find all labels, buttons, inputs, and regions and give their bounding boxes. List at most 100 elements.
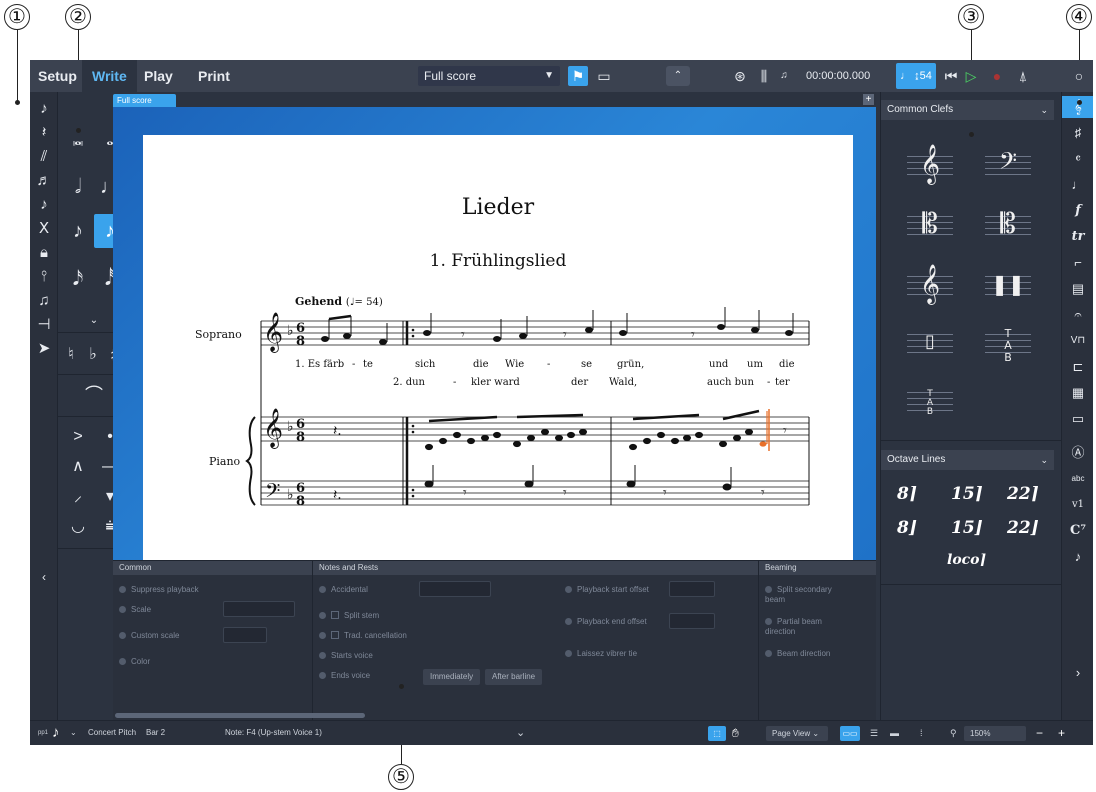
layout-select[interactable]: Full score ▼ <box>418 66 560 86</box>
piano-icon[interactable]: ♫ <box>776 66 792 86</box>
prop-beam-direction[interactable]: Beam direction <box>765 649 849 659</box>
grace-note-icon[interactable]: ♪ <box>30 194 58 216</box>
octave-22ma-icon[interactable]: 22⌉ <box>1007 484 1039 504</box>
prop-partial-beam-direction[interactable]: Partial beam direction <box>765 617 849 637</box>
treble-clef-icon[interactable]: 𝄞 <box>895 256 965 316</box>
record-icon[interactable]: ● <box>988 66 1006 86</box>
add-tab-icon[interactable]: + <box>863 94 874 105</box>
octave-22mb-icon[interactable]: 22⌋ <box>1007 518 1039 538</box>
playing-techniques-icon[interactable]: V⊓ <box>1062 330 1093 352</box>
rest-icon[interactable]: 𝄽 <box>30 122 58 144</box>
tab-clef-small-icon[interactable]: TAB <box>895 372 965 432</box>
octave-lines-header[interactable]: Octave Lines ⌄ <box>881 450 1054 470</box>
tremolo-icon[interactable]: ▤ <box>1062 278 1093 300</box>
page-horizontal-icon[interactable]: ▬ <box>890 721 899 745</box>
comments-icon[interactable]: ▭ <box>1062 408 1093 430</box>
prop-starts-voice[interactable]: Starts voice <box>319 651 373 661</box>
prop-scale[interactable]: Scale <box>119 605 151 615</box>
zoom-select[interactable]: 150% <box>964 726 1026 741</box>
tab-full-score[interactable]: Full score <box>113 94 176 107</box>
tenor-clef-icon[interactable]: 𝄡 <box>973 196 1043 256</box>
prop-accidental[interactable]: Accidental <box>319 585 368 595</box>
dynamics-icon[interactable]: f <box>1062 200 1093 222</box>
chevron-down-icon[interactable]: ⌄ <box>70 721 77 745</box>
concert-pitch-toggle[interactable]: Concert Pitch <box>88 721 136 745</box>
lines-icon[interactable]: ⊏ <box>1062 356 1093 378</box>
key-signature-icon[interactable]: ♯ <box>1062 122 1093 144</box>
single-line-percussion-clef-icon[interactable]: ▯ <box>895 314 965 374</box>
sixteenth-note-icon[interactable]: 𝅘𝅥𝅯 <box>62 262 94 296</box>
lock-icon[interactable]: 🔒︎ <box>30 242 58 264</box>
accidental-input[interactable] <box>419 581 491 597</box>
note-duration-icon[interactable]: ♪ <box>52 721 60 745</box>
chord-symbols-icon[interactable]: C⁷ <box>1062 520 1093 542</box>
common-clefs-header[interactable]: Common Clefs ⌄ <box>881 100 1054 120</box>
galley-view-icon[interactable]: ⚑ <box>568 66 588 86</box>
view-type-select[interactable]: Page View ⌄ <box>766 726 828 741</box>
alto-clef-icon[interactable]: 𝄡 <box>895 196 965 256</box>
tempo-display[interactable]: ♩ ↨54 <box>896 63 936 89</box>
prop-laissez-vibrer[interactable]: Laissez vibrer tie <box>565 649 637 659</box>
octave-15mb-icon[interactable]: 15⌋ <box>951 518 983 538</box>
prop-color[interactable]: Color <box>119 657 150 667</box>
collapse-left-icon[interactable]: ‹ <box>30 566 58 588</box>
hide-panels-icon[interactable]: ⌃ <box>666 66 690 86</box>
spreads-icon[interactable]: ▭▭ <box>840 726 860 741</box>
cues-icon[interactable]: ♪ <box>1062 546 1093 568</box>
loop-icon[interactable]: ○ <box>1070 66 1088 86</box>
octave-8vb-icon[interactable]: 8⌋ <box>897 518 917 538</box>
prop-custom-scale[interactable]: Custom scale <box>119 631 179 641</box>
prop-playback-start-offset[interactable]: Playback start offset <box>565 585 655 595</box>
ornaments-icon[interactable]: tr <box>1062 226 1093 248</box>
playback-end-input[interactable] <box>669 613 715 629</box>
bass-clef-icon[interactable]: 𝄢 <box>973 136 1043 196</box>
rewind-icon[interactable]: ⏮ <box>942 66 960 86</box>
voice-icon[interactable]: ♫ <box>30 290 58 312</box>
prop-trad-cancellation[interactable]: Trad. cancellation <box>319 631 407 641</box>
tempo-marking[interactable]: Gehend (♩= 54) <box>295 295 383 308</box>
lyrics-icon[interactable]: abc <box>1062 468 1093 490</box>
insert-icon[interactable]: ⊣ <box>30 314 58 336</box>
mode-tab-play[interactable]: Play <box>134 60 183 92</box>
octave-loco-icon[interactable]: loco⌉ <box>947 552 986 568</box>
prop-split-secondary-beam[interactable]: Split secondary beam <box>765 585 849 605</box>
custom-scale-input[interactable] <box>223 627 267 643</box>
slash-icon[interactable]: ⫽ <box>30 146 58 168</box>
after-barline-button[interactable]: After barline <box>485 669 543 685</box>
play-icon[interactable]: ▷ <box>962 66 980 86</box>
eighth-note-icon[interactable]: ♪ <box>62 214 94 248</box>
flat-icon[interactable]: ♭ <box>82 338 104 372</box>
chord-icon[interactable]: ♬ <box>30 170 58 192</box>
prop-split-stem[interactable]: Split stem <box>319 611 379 621</box>
page-view-icon[interactable]: ▭ <box>594 66 614 86</box>
bars-barlines-icon[interactable]: ▦ <box>1062 382 1093 404</box>
octave-15ma-icon[interactable]: 15⌉ <box>951 484 983 504</box>
page-single-icon[interactable]: ☰ <box>870 721 878 745</box>
select-mode-icon[interactable]: ⬚ <box>708 726 726 741</box>
text-icon[interactable]: Ⓐ <box>1062 442 1093 464</box>
prop-suppress-playback[interactable]: Suppress playback <box>119 585 199 595</box>
immediately-button[interactable]: Immediately <box>423 669 481 685</box>
mode-tab-print[interactable]: Print <box>188 60 240 92</box>
tempo-icon[interactable]: ♩ <box>1062 174 1093 196</box>
mode-tab-write[interactable]: Write <box>82 60 137 92</box>
prop-playback-end-offset[interactable]: Playback end offset <box>565 617 655 627</box>
zoom-out-icon[interactable]: − <box>1036 721 1043 745</box>
rehearsal-mark-icon[interactable]: v1 <box>1062 494 1093 516</box>
half-note-icon[interactable]: 𝅗𝅥 <box>62 170 94 204</box>
marcato-icon[interactable]: ∧ <box>62 450 94 484</box>
properties-scrollbar[interactable] <box>115 713 365 718</box>
unstress-icon[interactable]: ◡ <box>62 510 94 544</box>
octave-8va-icon[interactable]: 8⌉ <box>897 484 917 504</box>
video-icon[interactable]: ⊛ <box>730 66 750 86</box>
scale-input[interactable] <box>223 601 295 617</box>
holds-pauses-icon[interactable]: 𝄐 <box>1062 304 1093 326</box>
percussion-clef-icon[interactable]: ❚❚ <box>973 256 1043 316</box>
mixer-icon[interactable]: ⫼ <box>754 66 774 86</box>
page-vertical-icon[interactable]: ⁞ <box>920 721 923 745</box>
treble-8vb-clef-icon[interactable]: 𝄞 <box>895 136 965 196</box>
time-signature-icon[interactable]: 𝄴 <box>1062 148 1093 170</box>
chevron-down-icon[interactable]: ⌄ <box>516 721 525 745</box>
slur-icon[interactable]: ⌒ <box>78 378 110 412</box>
prop-ends-voice[interactable]: Ends voice <box>319 671 370 681</box>
